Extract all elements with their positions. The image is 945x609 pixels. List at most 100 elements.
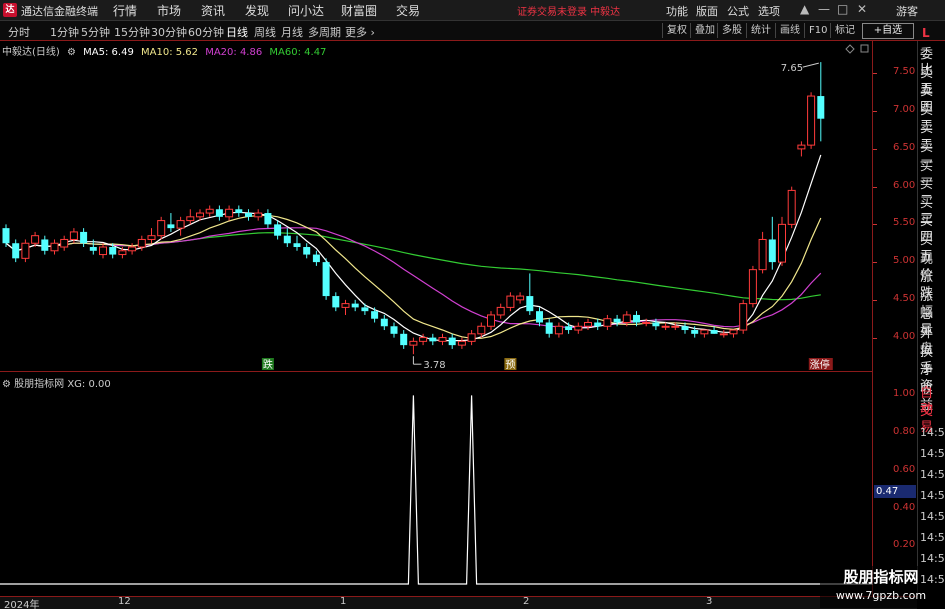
candle-body	[2, 228, 10, 244]
price-tick-mark	[873, 262, 877, 264]
menu-trade[interactable]: 交易	[396, 2, 420, 19]
menu-wealth-circle[interactable]: 财富圈	[341, 2, 377, 19]
add-watchlist-button[interactable]: +自选	[862, 23, 914, 39]
period-multi[interactable]: 多周期	[308, 24, 341, 40]
price-tick-mark	[873, 148, 877, 150]
candle-body	[69, 231, 78, 240]
candle-body	[642, 321, 651, 324]
candle-body	[283, 235, 291, 244]
price-tick-mark	[873, 186, 877, 188]
period-more[interactable]: 更多 ›	[345, 24, 375, 40]
kline-pane[interactable]: 7.65 3.78 跌 预 涨停	[0, 41, 873, 372]
overlay-button[interactable]: 叠加	[690, 23, 715, 38]
draw-line-button[interactable]: 画线	[775, 23, 800, 38]
candle-body	[661, 325, 670, 328]
candle-body	[205, 208, 214, 214]
candle-body	[60, 238, 69, 248]
menu-options[interactable]: 选项	[758, 3, 780, 19]
trade-time: 14:56	[920, 510, 945, 523]
date-label: 12	[118, 596, 131, 607]
diamond-icon	[845, 44, 855, 54]
f10-button[interactable]: F10	[804, 23, 827, 38]
event-marker-label: 涨停	[810, 358, 830, 371]
menu-market[interactable]: 市场	[157, 2, 181, 19]
indicator-pane[interactable]	[0, 372, 873, 596]
close-icon[interactable]: ✕	[857, 2, 867, 16]
candle-body	[633, 314, 640, 323]
candle-body	[526, 296, 534, 312]
candle-body	[371, 311, 379, 319]
period-monthly[interactable]: 月线	[281, 24, 303, 40]
adjust-button[interactable]: 复权	[662, 23, 687, 38]
candle-body	[264, 213, 272, 225]
candle-body	[729, 329, 738, 335]
period-1min[interactable]: 1分钟	[50, 24, 79, 40]
corner-mark: L	[922, 26, 930, 40]
candle-body	[487, 314, 495, 327]
candle-body	[719, 333, 728, 336]
event-marker-label: 跌	[263, 358, 273, 371]
candle-body	[361, 307, 369, 312]
candle-body	[274, 224, 282, 236]
mark-button[interactable]: 标记	[830, 23, 855, 38]
maximize-icon[interactable]: □	[837, 2, 848, 16]
indicator-tick-label: 0.80	[893, 426, 916, 438]
candle-body	[477, 325, 486, 335]
trade-time: 14:56	[920, 531, 945, 544]
date-label: 2024年	[4, 600, 40, 609]
candle-body	[215, 209, 223, 217]
price-tick-mark	[873, 299, 877, 301]
candle-body	[506, 295, 515, 308]
candle-body	[12, 243, 20, 259]
guest-login[interactable]: 游客	[896, 3, 918, 19]
candle-body	[41, 239, 49, 251]
period-toolbar: 分时 1分钟 5分钟 15分钟 30分钟 60分钟 日线 周线 月线 多周期 更…	[0, 21, 945, 41]
candle-body	[516, 295, 525, 301]
menu-functions[interactable]: 功能	[666, 3, 688, 19]
menu-news[interactable]: 资讯	[201, 2, 225, 19]
indicator-settings-icon[interactable]: ⚙	[2, 379, 11, 390]
candle-body	[137, 238, 146, 248]
candle-body	[409, 340, 418, 346]
kline-chart[interactable]: 7.65 3.78 跌 预 涨停	[0, 41, 873, 372]
multi-stock-button[interactable]: 多股	[717, 23, 742, 38]
period-30min[interactable]: 30分钟	[151, 24, 187, 40]
xg-signal-line	[0, 395, 873, 585]
candle-body	[312, 254, 320, 263]
period-daily[interactable]: 日线	[226, 24, 248, 40]
period-60min[interactable]: 60分钟	[188, 24, 224, 40]
candle-body	[109, 247, 117, 255]
candle-body	[419, 337, 428, 342]
trade-time: 14:56	[920, 468, 945, 481]
menu-ask[interactable]: 问小达	[288, 2, 324, 19]
trade-time: 14:56	[920, 489, 945, 502]
period-5min[interactable]: 5分钟	[81, 24, 110, 40]
period-tick[interactable]: 分时	[8, 24, 30, 40]
minimize-icon[interactable]: —	[818, 2, 830, 16]
price-tick-mark	[873, 111, 877, 113]
menu-discover[interactable]: 发现	[245, 2, 269, 19]
watermark-url: www.7gpzb.com	[835, 589, 927, 602]
candle-body	[235, 209, 243, 214]
collapse-icon[interactable]: ▲	[800, 2, 809, 16]
price-tick-label: 6.00	[893, 179, 916, 191]
statistics-button[interactable]: 统计	[746, 23, 771, 38]
period-15min[interactable]: 15分钟	[114, 24, 150, 40]
menu-market-quotes[interactable]: 行情	[113, 2, 137, 19]
candle-body	[225, 208, 234, 218]
candle-body	[574, 325, 583, 331]
price-axis	[873, 41, 917, 372]
candle-body	[50, 242, 59, 252]
indicator-chart[interactable]	[0, 372, 873, 596]
candle-body	[448, 337, 456, 346]
candle-body	[157, 220, 166, 237]
price-tick-label: 5.50	[893, 217, 916, 229]
menu-bar: 达 通达信金融终端 行情 市场 资讯 发现 问小达 财富圈 交易 证券交易未登录…	[0, 0, 945, 21]
menu-layout[interactable]: 版面	[696, 3, 718, 19]
candle-body	[594, 322, 602, 327]
period-weekly[interactable]: 周线	[254, 24, 276, 40]
menu-formula[interactable]: 公式	[727, 3, 749, 19]
candle-body	[341, 303, 350, 308]
trade-login-warning[interactable]: 证券交易未登录 中毅达	[517, 3, 620, 18]
candle-body	[128, 246, 137, 252]
